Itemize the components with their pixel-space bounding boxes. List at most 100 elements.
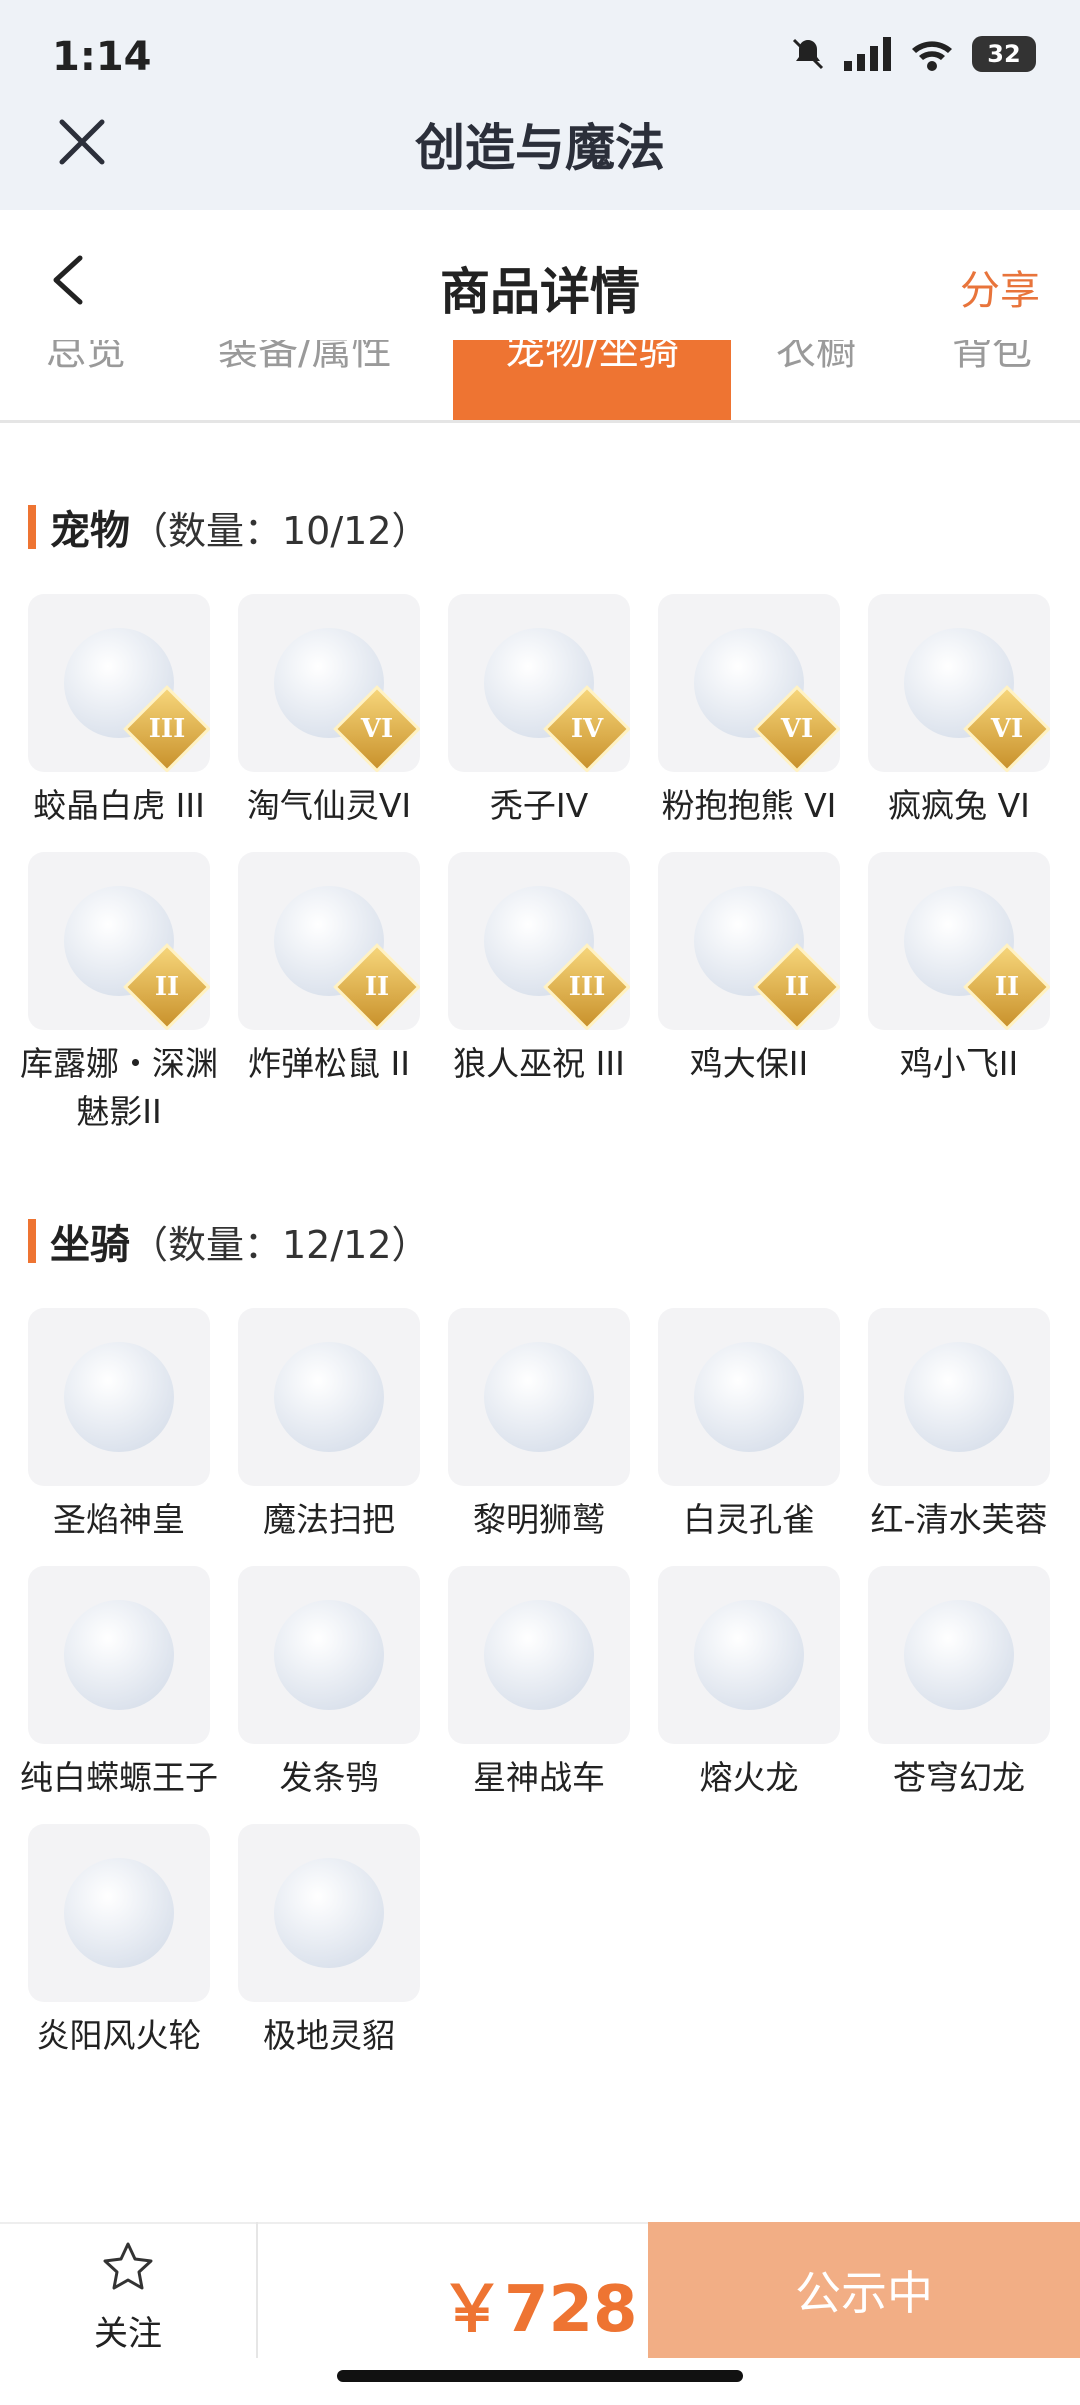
pets-name: 狼人巫祝 III	[453, 1044, 625, 1083]
mounts-image-icon: 🦅	[484, 1342, 594, 1452]
level-badge-text: III	[568, 972, 606, 1002]
tab-pets-mounts-label: 宠物/坐骑	[505, 340, 679, 374]
status-icons: 32	[790, 36, 1036, 72]
mounts-image-icon: 🦎	[64, 1600, 174, 1710]
section-marker	[28, 1219, 36, 1263]
mounts-item[interactable]: 🐴 星神战车	[448, 1566, 630, 1802]
mounts-item[interactable]: 🐲 熔火龙	[658, 1566, 840, 1802]
pets-name: 秃子IV	[489, 786, 589, 825]
page-title: 商品详情	[440, 263, 640, 321]
pets-thumbnail: 🐯III	[28, 594, 210, 772]
status-time: 1:14	[52, 34, 152, 80]
price: ￥728	[440, 2273, 638, 2347]
mounts-image-icon: 🐲	[694, 1600, 804, 1710]
pets-item[interactable]: 🐯III 蛟晶白虎 III	[28, 594, 210, 830]
tab-wardrobe[interactable]: 衣橱	[776, 340, 856, 376]
mounts-image-icon: 🐉	[64, 1342, 174, 1452]
status-action-button[interactable]: 公示中	[648, 2222, 1080, 2358]
mounts-item[interactable]: 🦅 黎明狮鹫	[448, 1308, 630, 1544]
follow-label: 关注	[94, 2314, 162, 2354]
pets-name: 鸡小飞II	[899, 1044, 1019, 1083]
mounts-thumbnail: 🦚	[658, 1308, 840, 1486]
mounts-name: 魔法扫把	[263, 1500, 395, 1539]
pets-thumbnail: 🐰VI	[868, 594, 1050, 772]
mounts-thumbnail: 🐴	[448, 1566, 630, 1744]
pets-grid: 🐯III 蛟晶白虎 III 🐶VI 淘气仙灵VI 😑IV 秃子IV 🐻VI 粉抱抱熊 VI 🐰V…	[20, 594, 1052, 1136]
tab-pets-mounts[interactable]: 宠物/坐骑	[453, 340, 731, 420]
wifi-icon	[912, 41, 952, 71]
pets-name: 炸弹松鼠 II	[248, 1044, 410, 1083]
mounts-name: 极地灵貂	[263, 2016, 395, 2055]
pets-item[interactable]: 🐰VI 疯疯兔 VI	[868, 594, 1050, 830]
level-badge-text: VI	[360, 714, 394, 744]
pets-name: 淘气仙灵VI	[246, 786, 412, 825]
mounts-section-title: 坐骑 （数量：12/12）	[28, 1212, 430, 1270]
mounts-item[interactable]: 🦎 纯白蝾螈王子	[20, 1566, 218, 1802]
mounts-name: 熔火龙	[699, 1758, 799, 1797]
mute-icon	[792, 38, 824, 70]
level-badge-text: II	[364, 972, 390, 1002]
mounts-thumbnail: 🦅	[448, 1308, 630, 1486]
mounts-image-icon: 🦉	[274, 1600, 384, 1710]
pets-item[interactable]: 🐺III 狼人巫祝 III	[448, 852, 630, 1136]
pets-name: 蛟晶白虎 III	[33, 786, 205, 825]
level-badge-text: IV	[570, 714, 604, 744]
pets-item[interactable]: 🐦II 鸡大保II	[658, 852, 840, 1136]
tab-bag[interactable]: 背包	[952, 340, 1032, 376]
level-badge-text: III	[148, 714, 186, 744]
mounts-item[interactable]: 🐉 圣焰神皇	[28, 1308, 210, 1544]
mounts-name: 白灵孔雀	[683, 1500, 815, 1539]
follow-button[interactable]: 关注	[88, 2240, 168, 2355]
pets-count: （数量：10/12）	[130, 508, 430, 553]
pets-thumbnail: 🐿️II	[238, 852, 420, 1030]
pets-thumbnail: 😑IV	[448, 594, 630, 772]
pets-item[interactable]: 🐶VI 淘气仙灵VI	[238, 594, 420, 830]
battery-icon: 32	[972, 36, 1036, 72]
mounts-image-icon: 🐴	[484, 1600, 594, 1710]
mounts-item[interactable]: 🦚 白灵孔雀	[658, 1308, 840, 1544]
mounts-item[interactable]: 🧹 魔法扫把	[238, 1308, 420, 1544]
pets-title: 宠物	[50, 508, 130, 554]
section-marker	[28, 505, 36, 549]
mounts-image-icon: 🦚	[694, 1342, 804, 1452]
mounts-item[interactable]: 🪷 红-清水芙蓉	[868, 1308, 1050, 1544]
status-bar: 1:14 32	[0, 0, 1080, 110]
level-badge-text: VI	[780, 714, 814, 744]
level-badge-text: II	[994, 972, 1020, 1002]
mounts-image-icon: 🦊	[274, 1858, 384, 1968]
mounts-name: 炎阳风火轮	[36, 2016, 202, 2055]
mounts-thumbnail: ⭕	[28, 1824, 210, 2002]
mounts-thumbnail: 🐉	[868, 1566, 1050, 1744]
pets-item[interactable]: 🐻VI 粉抱抱熊 VI	[658, 594, 840, 830]
level-badge-text: II	[784, 972, 810, 1002]
mounts-name: 发条鸮	[279, 1758, 379, 1797]
mounts-item[interactable]: 🐉 苍穹幻龙	[868, 1566, 1050, 1802]
pets-name: 疯疯兔 VI	[888, 786, 1030, 825]
mounts-item[interactable]: 🦊 极地灵貂	[238, 1824, 420, 2060]
pets-thumbnail: 🐦II	[658, 852, 840, 1030]
pets-item[interactable]: 😑IV 秃子IV	[448, 594, 630, 830]
tab-equipment[interactable]: 装备/属性	[218, 340, 391, 376]
pets-item[interactable]: 🐤II 鸡小飞II	[868, 852, 1050, 1136]
pets-item[interactable]: 🐿️II 炸弹松鼠 II	[238, 852, 420, 1136]
pets-name: 库露娜・深渊魅影II	[20, 1044, 218, 1131]
share-button[interactable]: 分享	[960, 258, 1040, 316]
app-title: 创造与魔法	[415, 119, 665, 177]
mounts-item[interactable]: 🦉 发条鸮	[238, 1566, 420, 1802]
pets-item[interactable]: 🧚II 库露娜・深渊魅影II	[20, 852, 218, 1136]
home-indicator	[337, 2370, 743, 2382]
pets-thumbnail: 🐺III	[448, 852, 630, 1030]
pets-name: 粉抱抱熊 VI	[661, 786, 837, 825]
mounts-image-icon: ⭕	[64, 1858, 174, 1968]
tab-overview[interactable]: 总览	[46, 340, 126, 376]
mounts-name: 苍穹幻龙	[893, 1758, 1025, 1797]
mounts-item[interactable]: ⭕ 炎阳风火轮	[28, 1824, 210, 2060]
mounts-thumbnail: 🦊	[238, 1824, 420, 2002]
mounts-image-icon: 🧹	[274, 1342, 384, 1452]
mounts-thumbnail: 🪷	[868, 1308, 1050, 1486]
mounts-name: 红-清水芙蓉	[870, 1500, 1048, 1539]
pets-thumbnail: 🧚II	[28, 852, 210, 1030]
level-badge-text: VI	[990, 714, 1024, 744]
pets-thumbnail: 🐻VI	[658, 594, 840, 772]
mounts-thumbnail: 🐉	[28, 1308, 210, 1486]
